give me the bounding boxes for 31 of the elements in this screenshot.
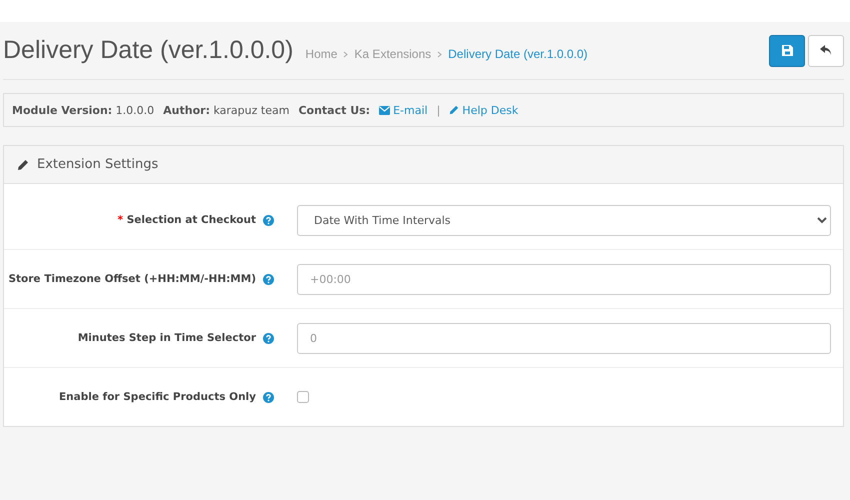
pencil-icon [17, 158, 29, 170]
chevron-icon [343, 50, 348, 58]
info-text: Module Version: 1.0.0.0 [12, 104, 154, 116]
back-button[interactable] [808, 34, 844, 66]
info-text: Author: karapuz team [163, 104, 290, 116]
field-label: * Selection at Checkout [118, 214, 256, 226]
chevron-icon [437, 50, 442, 58]
help-icon [263, 332, 274, 344]
contact-label: Contact Us: [298, 104, 370, 116]
envelope-icon [379, 106, 390, 114]
breadcrumb-link[interactable]: Home [305, 47, 338, 61]
email-link[interactable]: E-mail [379, 104, 428, 116]
help-icon [263, 392, 274, 402]
help-desk-link[interactable]: Help Desk [449, 104, 518, 116]
breadcrumb-link[interactable]: Delivery Date (ver.1.0.0.0) [448, 47, 588, 61]
field-label: Minutes Step in Time Selector [78, 332, 256, 344]
field-label: Enable for Specific Products Only [59, 391, 256, 403]
help-icon [263, 274, 274, 284]
checkbox[interactable] [297, 390, 309, 402]
help-icon [263, 214, 274, 226]
breadcrumb-link[interactable]: Ka Extensions [354, 47, 432, 61]
input-field[interactable]: 0 [297, 322, 831, 354]
save-button[interactable] [769, 34, 805, 66]
field-label: Store Timezone Offset (+HH:MM/-HH:MM) [8, 273, 256, 285]
page-title: Delivery Date (ver.1.0.0.0) [3, 36, 294, 65]
reply-arrow-icon [820, 45, 832, 56]
separator: | [436, 104, 440, 116]
pencil-icon [449, 105, 460, 115]
panel-title: Extension Settings [37, 157, 158, 172]
input-field[interactable]: +00:00 [297, 264, 831, 294]
select-field[interactable]: Date With Time Intervals [297, 204, 831, 236]
